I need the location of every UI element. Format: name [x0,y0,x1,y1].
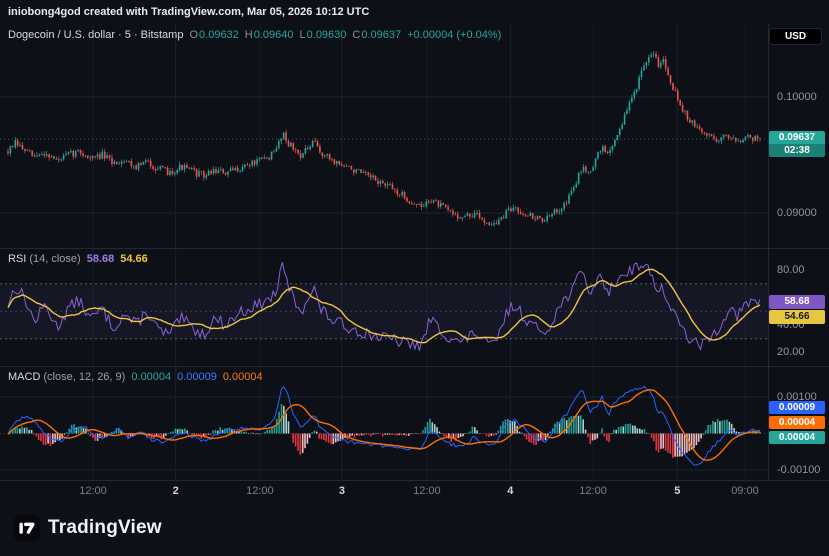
ohlc-high: H0.09640 [245,29,294,41]
time-tick: 09:00 [731,485,759,497]
attribution-text: iniobong4god created with TradingView.co… [8,0,369,24]
time-tick: 12:00 [246,485,274,497]
low-value: 0.09630 [307,29,347,41]
rsi-axis-label: 80.00 [777,264,805,276]
macd-line [8,386,760,465]
time-tick: 12:00 [79,485,107,497]
time-tick: 12:00 [579,485,607,497]
macd-legend[interactable]: MACD (close, 12, 26, 9) 0.00004 0.00009 … [8,371,263,383]
ohlc-low: L0.09630 [300,29,347,41]
rsi-value: 58.68 [87,253,115,265]
macd-params: (close, 12, 26, 9) [43,371,125,383]
price-scale[interactable]: 0.10000 0.09000 0.09637 02:38 80.00 40.0… [769,24,829,480]
ohlc-open: O0.09632 [189,29,238,41]
symbol-title[interactable]: Dogecoin / U.S. dollar · 5 · Bitstamp [8,29,183,41]
rsi-ma-value: 54.66 [120,253,148,265]
tradingview-chart-window: iniobong4god created with TradingView.co… [0,0,829,556]
close-value: 0.09637 [361,29,401,41]
currency-button[interactable]: USD [769,28,822,45]
open-value: 0.09632 [199,29,239,41]
macd-title[interactable]: MACD [8,371,40,383]
rsi-pane[interactable]: RSI (14, close) 58.68 54.66 [0,248,768,366]
rsi-chart-canvas[interactable] [0,248,768,366]
time-tick: 5 [674,485,680,497]
low-label: L [300,29,306,41]
high-value: 0.09640 [254,29,294,41]
time-tick: 3 [339,485,345,497]
macd-signal-value: 0.00004 [223,371,263,383]
price-axis-label: 0.09000 [777,207,817,219]
macd-hist-value: 0.00004 [131,371,171,383]
macd-axis-label: -0.00100 [777,464,820,476]
price-chart-canvas[interactable] [0,24,768,248]
macd-line-value: 0.00009 [177,371,217,383]
time-tick: 2 [173,485,179,497]
rsi-axis-label: 20.00 [777,346,805,358]
time-axis[interactable]: 12:00 2 12:00 3 12:00 4 12:00 5 09:00 [0,480,768,504]
rsi-params: (14, close) [29,253,80,265]
price-pane[interactable]: Dogecoin / U.S. dollar · 5 · Bitstamp O0… [0,24,768,248]
close-label: C [352,29,360,41]
last-price-value: 0.09637 [769,131,825,144]
ohlc-close: C0.09637 [352,29,401,41]
pane-divider[interactable] [0,366,829,367]
macd-pane[interactable]: MACD (close, 12, 26, 9) 0.00004 0.00009 … [0,366,768,480]
footer: TradingView [0,504,829,556]
open-label: O [189,29,198,41]
bar-countdown: 02:38 [769,144,825,157]
tradingview-logo[interactable]: TradingView [14,515,162,541]
macd-signal-line [8,390,760,461]
macd-hist-badge: 0.00004 [769,431,825,444]
macd-histogram [7,404,761,458]
macd-signal-badge: 0.00004 [769,416,825,429]
high-label: H [245,29,253,41]
rsi-ma-badge: 54.66 [769,310,825,324]
brand-wordmark: TradingView [48,517,162,539]
rsi-legend[interactable]: RSI (14, close) 58.68 54.66 [8,253,148,265]
price-change: +0.00004 (+0.04%) [407,29,501,41]
last-price-badge: 0.09637 02:38 [769,131,825,157]
rsi-value-badge: 58.68 [769,295,825,309]
pane-divider[interactable] [0,248,829,249]
tradingview-logo-icon [14,515,40,541]
chart-area[interactable]: Dogecoin / U.S. dollar · 5 · Bitstamp O0… [0,24,768,480]
price-axis-label: 0.10000 [777,91,817,103]
price-legend[interactable]: Dogecoin / U.S. dollar · 5 · Bitstamp O0… [8,29,501,41]
rsi-title[interactable]: RSI [8,253,26,265]
time-tick: 12:00 [413,485,441,497]
time-tick: 4 [507,485,513,497]
macd-line-badge: 0.00009 [769,401,825,414]
macd-chart-canvas[interactable] [0,366,768,480]
